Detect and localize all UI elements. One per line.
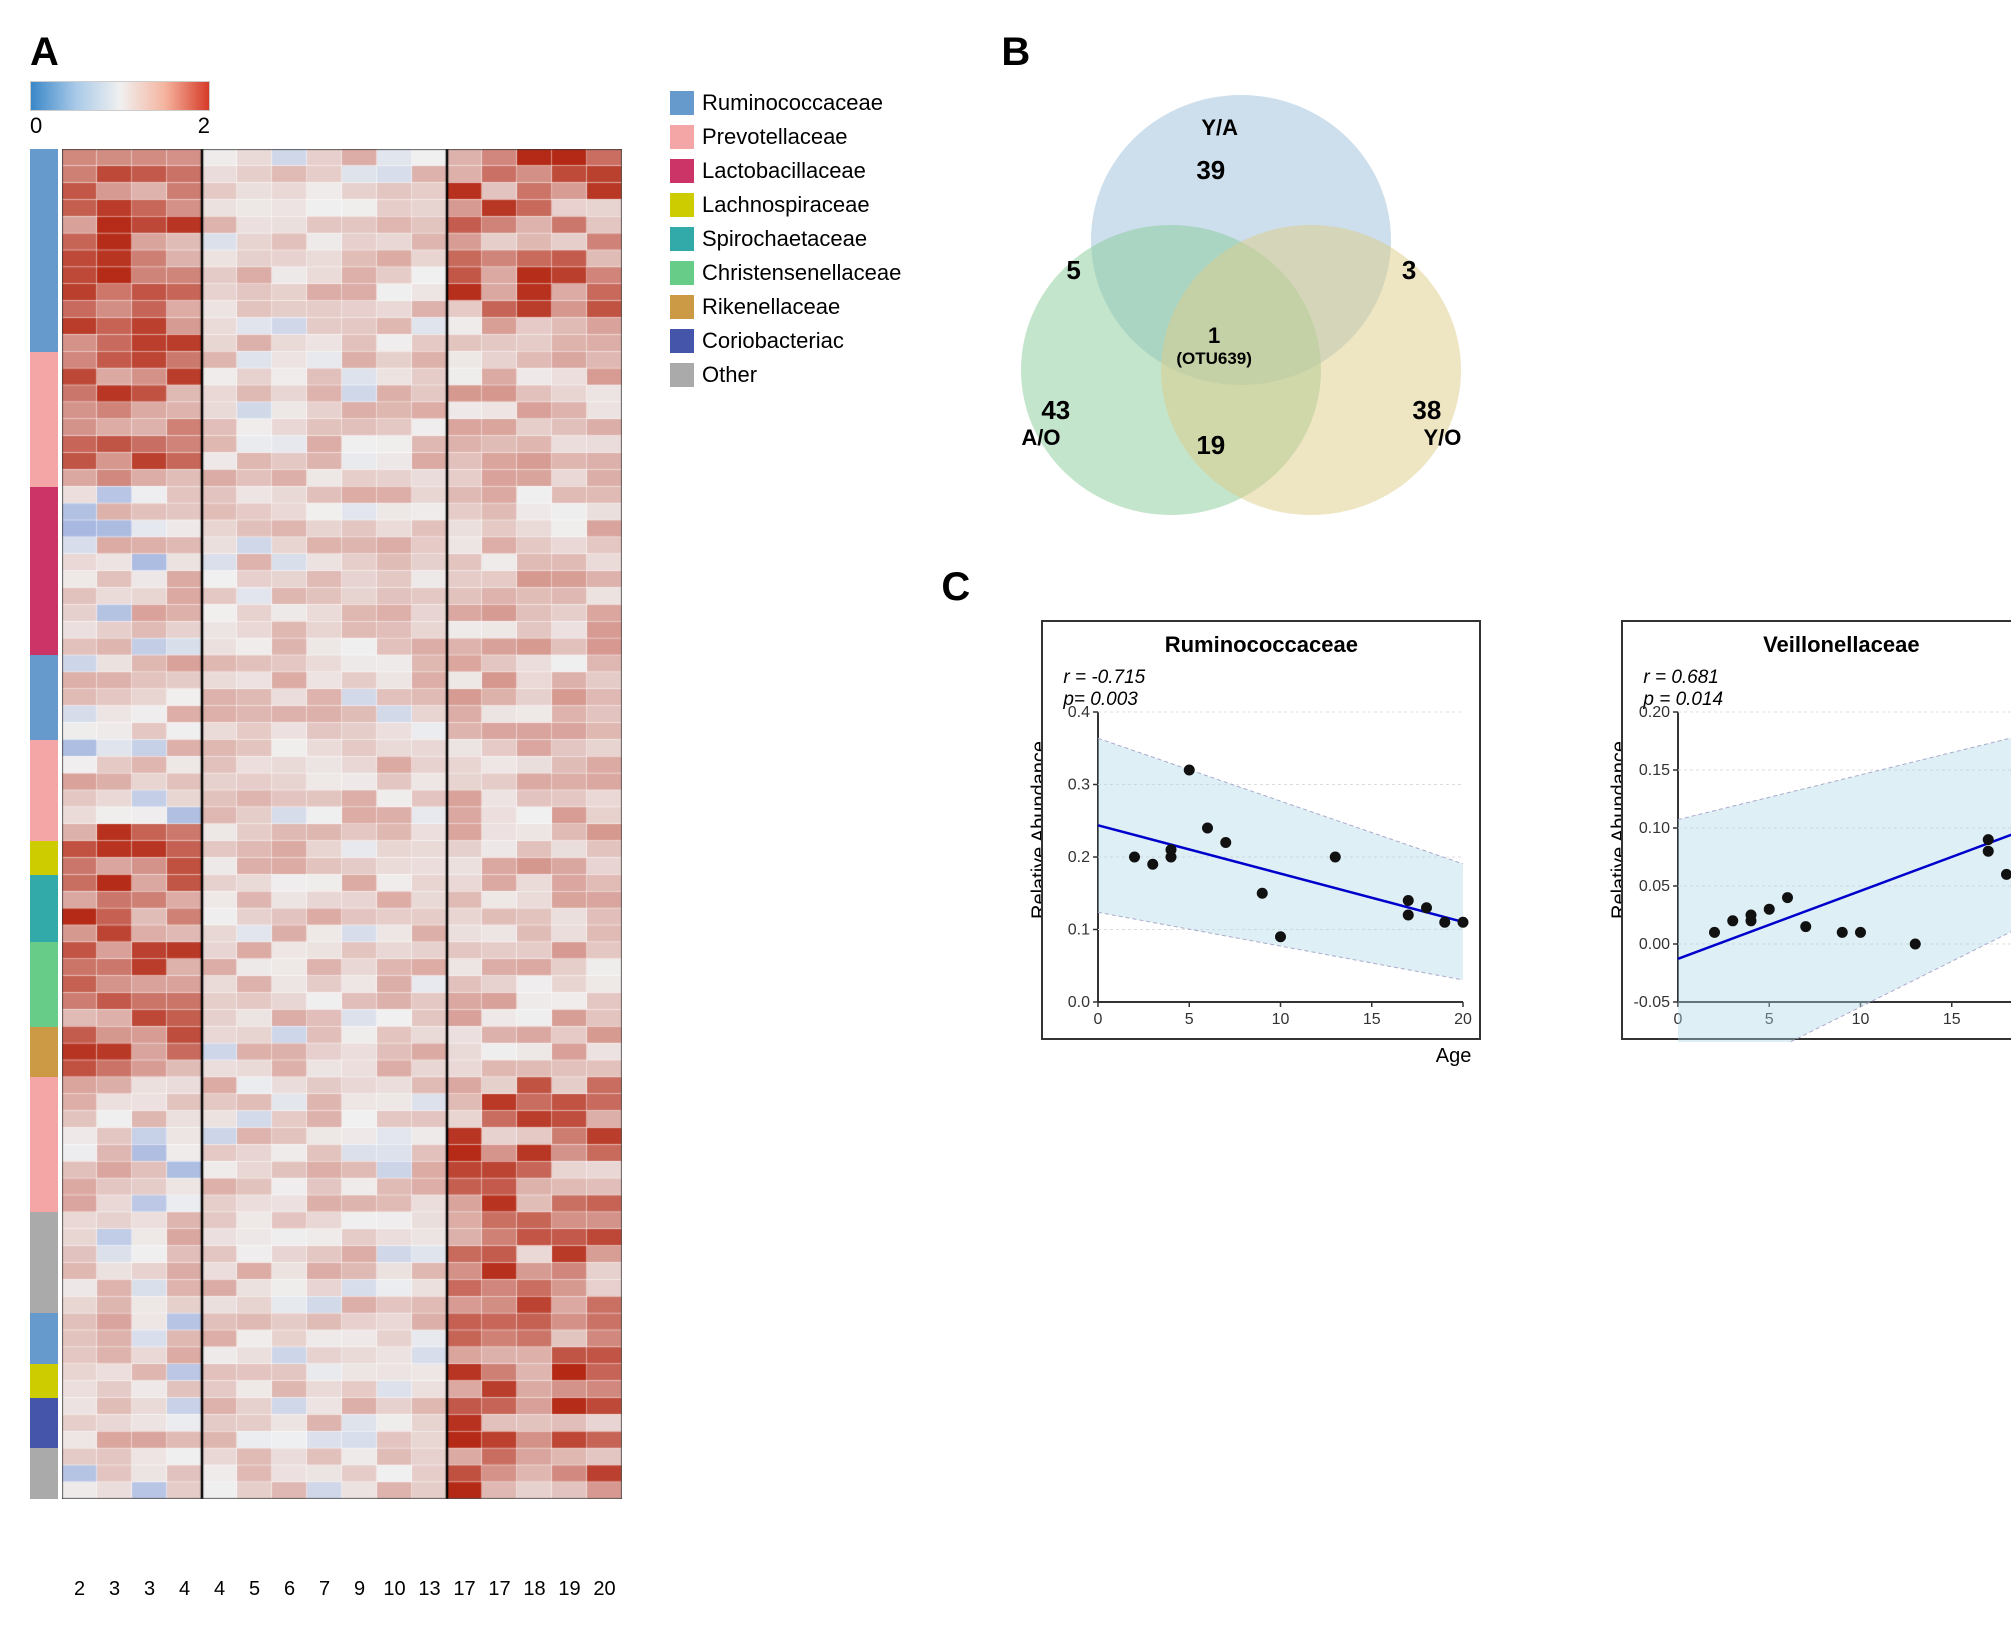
venn-center: 1 (OTU639) [1176,323,1252,369]
x-axis-label: 19 [552,1578,587,1601]
x-axis-label: 9 [342,1578,377,1601]
venn-yo-only: 38 [1412,395,1441,426]
x-axis-label: 4 [167,1578,202,1601]
svg-text:5: 5 [1185,1011,1194,1028]
svg-text:0.05: 0.05 [1639,878,1670,895]
venn-ya-yo: 3 [1402,255,1416,286]
colorbar [30,81,210,111]
svg-text:0.2: 0.2 [1068,849,1090,866]
legend-item: Ruminococcaceae [670,90,901,116]
svg-text:20: 20 [1454,1011,1472,1028]
x-axis-label: 5 [237,1578,272,1601]
svg-text:0.00: 0.00 [1639,936,1670,953]
x-axis-label: 17 [482,1578,517,1601]
legend-item: Spirochaetaceae [670,226,901,252]
panel-a-label: A [30,30,650,75]
legend-item: Lachnospiraceae [670,192,901,218]
legend: Ruminococcaceae Prevotellaceae Lactobacill… [670,90,901,1601]
x-axis-label: 17 [447,1578,482,1601]
svg-text:10: 10 [1852,1011,1870,1028]
svg-text:-0.05: -0.05 [1634,994,1671,1011]
venn-ya-only: 39 [1196,155,1225,186]
svg-text:10: 10 [1272,1011,1290,1028]
x-axis-label: 20 [587,1578,622,1601]
x-axis-label: 2 [62,1578,97,1601]
x-axis-label: 3 [132,1578,167,1601]
venn-ao-only: 43 [1041,395,1070,426]
heatmap-canvas [62,149,622,1499]
scatter1-plot: Ruminococcaceae r = -0.715 p= 0.003 0.00… [1041,620,1481,1040]
x-axis-label: 10 [377,1578,412,1601]
legend-item: Lactobacillaceae [670,158,901,184]
svg-text:0.0: 0.0 [1068,994,1090,1011]
svg-text:0.20: 0.20 [1639,704,1670,721]
x-axis-label: 6 [272,1578,307,1601]
scatter2-svg: -0.050.000.050.100.150.2005101520 [1623,622,2011,1042]
legend-item: Rikenellaceae [670,294,901,320]
legend-item: Coriobacteriac [670,328,901,354]
svg-text:0.10: 0.10 [1639,820,1670,837]
venn-ya-label: Y/A [1201,115,1238,141]
x-axis-label: 4 [202,1578,237,1601]
svg-text:0.3: 0.3 [1068,777,1090,794]
scatter2-plot: Veillonellaceae r = 0.681 p = 0.014 -0.0… [1621,620,2011,1040]
svg-text:15: 15 [1943,1011,1961,1028]
legend-item: Christensenellaceae [670,260,901,286]
x-axis-label: 13 [412,1578,447,1601]
venn-ao-yo: 19 [1196,430,1225,461]
scatter1-svg: 0.0 0.1 0.2 0.3 0.4 0 5 10 15 20 [1043,622,1483,1042]
x-axis-label: 3 [97,1578,132,1601]
x-axis-label: 18 [517,1578,552,1601]
venn-ao-label: A/O [1021,425,1060,451]
venn-ya-ao: 5 [1066,255,1080,286]
legend-item: Prevotellaceae [670,124,901,150]
legend-item: Other [670,362,901,388]
colorbar-max: 2 [198,113,210,139]
svg-text:15: 15 [1363,1011,1381,1028]
svg-text:0.4: 0.4 [1068,704,1090,721]
colorbar-min: 0 [30,113,42,139]
venn-diagram: Y/A A/O Y/O 39 43 38 5 3 19 1 [1001,85,1481,525]
scatter1-x-label: Age [1436,1045,1472,1068]
panel-b-label: B [1001,30,2011,75]
venn-yo-circle [1161,225,1461,515]
heatmap-sidebar [30,149,58,1499]
svg-text:0: 0 [1094,1011,1103,1028]
svg-text:0.15: 0.15 [1639,762,1670,779]
venn-yo-label: Y/O [1423,425,1461,451]
x-axis-label: 7 [307,1578,342,1601]
svg-text:0.1: 0.1 [1068,922,1090,939]
panel-c-label: C [941,565,2011,610]
